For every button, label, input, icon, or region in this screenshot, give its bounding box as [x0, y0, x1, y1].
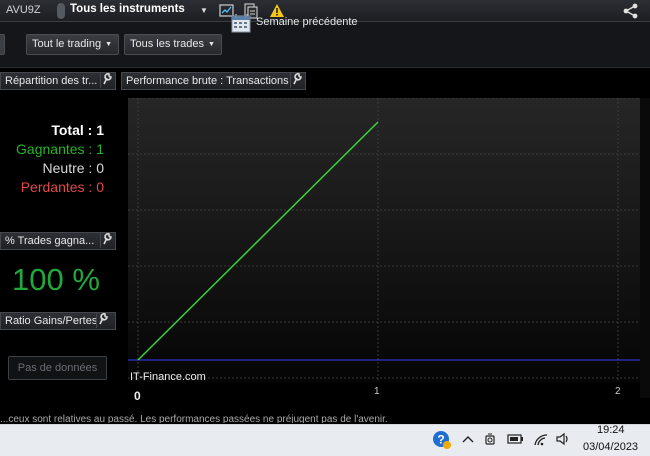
chevron-down-icon: ▼	[105, 41, 113, 48]
clock-time[interactable]: 19:24	[597, 424, 625, 436]
help-icon[interactable]: ?	[432, 430, 452, 450]
disclaimer-text: ...ceux sont relatives au passé. Les per…	[0, 411, 650, 423]
wrench-icon[interactable]	[100, 232, 115, 248]
share-icon[interactable]	[622, 3, 640, 19]
trading-filter-label: Tout le trading	[32, 38, 102, 50]
link-icon[interactable]	[55, 2, 67, 20]
performance-title-text: Performance brute : Transactions	[126, 75, 289, 87]
filter-toolbar: Tout le trading ▼ Tous les trades ▼	[0, 22, 650, 68]
wrench-icon[interactable]	[100, 72, 115, 88]
chart-svg	[128, 97, 640, 382]
battery-icon[interactable]	[507, 432, 525, 446]
winning-pct-value: 100 %	[12, 262, 100, 297]
neutral-trades: Neutre : 0	[42, 160, 104, 176]
account-id[interactable]: AVU9Z	[6, 4, 41, 16]
pct-panel-title: % Trades gagna...	[0, 232, 116, 250]
wifi-icon[interactable]	[533, 432, 549, 446]
chart-right-axis	[640, 98, 650, 398]
disclaimer-label: ...ceux sont relatives au passé. Les per…	[0, 414, 388, 424]
chart-watermark: IT-Finance.com	[130, 371, 206, 383]
performance-chart[interactable]	[128, 97, 640, 382]
instruments-dropdown[interactable]: Tous les instruments	[70, 3, 185, 15]
no-data-button[interactable]: Pas de données	[8, 356, 107, 380]
camera-icon[interactable]	[484, 432, 498, 446]
losing-trades: Perdantes : 0	[20, 179, 104, 195]
performance-line	[137, 121, 379, 361]
trades-filter-label: Tous les trades	[130, 38, 204, 50]
ratio-title-text: Ratio Gains/Pertes	[5, 315, 98, 327]
total-trades: Total : 1	[51, 122, 104, 138]
wrench-icon[interactable]	[96, 312, 111, 328]
chevron-down-icon[interactable]: ▼	[200, 6, 208, 15]
windows-taskbar	[0, 424, 650, 456]
chevron-down-icon: ▼	[207, 41, 215, 48]
stats-panel: Total : 1 Gagnantes : 1 Neutre : 0 Perda…	[0, 92, 118, 202]
trading-filter-dropdown[interactable]: Tout le trading ▼	[26, 34, 120, 55]
chevron-up-icon[interactable]	[462, 434, 474, 444]
calendar-icon[interactable]	[231, 13, 251, 33]
clock-date[interactable]: 03/04/2023	[583, 441, 638, 453]
period-label[interactable]: Semaine précédente	[256, 16, 358, 28]
volume-icon[interactable]	[555, 432, 571, 446]
x-tick-label: 2	[615, 386, 621, 397]
collapse-button[interactable]	[0, 34, 5, 55]
winning-trades: Gagnantes : 1	[16, 141, 104, 157]
distribution-panel-title: Répartition des tr...	[0, 72, 116, 90]
performance-panel-title: Performance brute : Transactions	[121, 72, 306, 90]
trades-filter-dropdown[interactable]: Tous les trades ▼	[124, 34, 222, 55]
x-tick-label: 1	[374, 386, 380, 397]
distribution-title-text: Répartition des tr...	[5, 75, 98, 87]
wrench-icon[interactable]	[290, 72, 305, 88]
pct-title-text: % Trades gagna...	[5, 235, 95, 247]
x-tick-label: 0	[134, 389, 141, 403]
